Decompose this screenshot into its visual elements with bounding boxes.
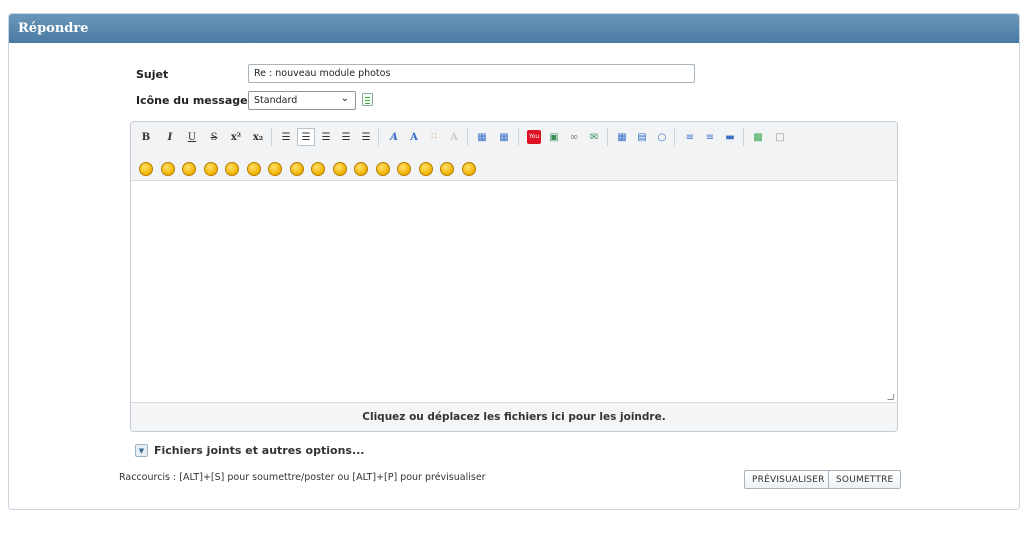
message-editor: B I U S x² x₂ ☰ ☰ ☰ ☰ ☰ A A ∷ A ▦ ▦ You … bbox=[130, 121, 898, 432]
align-center-icon[interactable]: ☰ bbox=[317, 128, 335, 146]
smiley-icon[interactable] bbox=[461, 162, 476, 176]
list-icon[interactable]: ≡ bbox=[681, 128, 699, 146]
smiley-icon[interactable] bbox=[289, 162, 304, 176]
smiley-icon[interactable] bbox=[397, 162, 411, 176]
image-icon[interactable]: ▣ bbox=[545, 128, 563, 146]
table-icon[interactable]: ▦ bbox=[613, 128, 631, 146]
justify-icon[interactable]: ☰ bbox=[357, 128, 375, 146]
submit-button[interactable]: SOUMETTRE bbox=[828, 470, 902, 489]
quote-icon[interactable]: ▤ bbox=[633, 128, 651, 146]
attachments-toggle[interactable]: ▼ Fichiers joints et autres options... bbox=[135, 444, 365, 457]
smiley-icon[interactable] bbox=[203, 162, 218, 176]
shortcuts-text: Raccourcis : [ALT]+[S] pour soumettre/po… bbox=[119, 472, 486, 483]
resize-handle[interactable] bbox=[887, 394, 895, 400]
message-icon-preview-icon bbox=[362, 93, 373, 106]
smiley-icon[interactable] bbox=[225, 162, 239, 176]
file-dropzone[interactable]: Cliquez ou déplacez les fichiers ici pou… bbox=[131, 402, 897, 431]
editor-toolbar: B I U S x² x₂ ☰ ☰ ☰ ☰ ☰ A A ∷ A ▦ ▦ You … bbox=[131, 122, 897, 181]
icon-row: Icône du message bbox=[136, 94, 248, 107]
ordered-list-icon[interactable]: ≡ bbox=[701, 128, 719, 146]
smiley-icon[interactable] bbox=[332, 162, 347, 176]
message-icon-selected: Standard bbox=[254, 95, 298, 106]
link-icon[interactable]: ∞ bbox=[565, 128, 583, 146]
italic-icon[interactable]: I bbox=[161, 128, 179, 146]
chevron-down-icon: ⌄ bbox=[340, 93, 349, 104]
bold-icon[interactable]: B bbox=[137, 128, 155, 146]
preview-button[interactable]: PRÉVISUALISER bbox=[744, 470, 833, 489]
expand-arrow-icon[interactable]: ▼ bbox=[135, 444, 148, 457]
panel-title: Répondre bbox=[9, 14, 1019, 43]
font-icon[interactable]: A bbox=[385, 128, 403, 146]
smiley-icon[interactable] bbox=[160, 162, 175, 176]
smiley-icon[interactable] bbox=[246, 162, 261, 176]
smiley-icon[interactable] bbox=[182, 162, 196, 176]
email-icon[interactable]: ✉ bbox=[585, 128, 603, 146]
subject-row: Sujet bbox=[136, 68, 168, 81]
underline-icon[interactable]: U bbox=[183, 128, 201, 146]
align-left-icon[interactable]: ☰ bbox=[297, 128, 315, 146]
smiley-icon[interactable] bbox=[311, 162, 325, 176]
subject-input[interactable] bbox=[248, 64, 695, 83]
message-icon-select[interactable]: Standard ⌄ bbox=[248, 91, 356, 110]
align-right-icon[interactable]: ☰ bbox=[337, 128, 355, 146]
smiley-icon[interactable] bbox=[375, 162, 390, 176]
smiley-icon[interactable] bbox=[354, 162, 368, 176]
message-icon-label: Icône du message bbox=[136, 94, 248, 107]
smiley-icon[interactable] bbox=[418, 162, 433, 176]
float-right-icon[interactable]: ▦ bbox=[495, 128, 513, 146]
smiley-icon[interactable] bbox=[440, 162, 454, 176]
clear-format-icon[interactable]: A bbox=[445, 128, 463, 146]
float-left-icon[interactable]: ▦ bbox=[473, 128, 491, 146]
smiley-icon[interactable] bbox=[268, 162, 282, 176]
superscript-icon[interactable]: x² bbox=[227, 128, 245, 146]
more-icon[interactable]: ▩ bbox=[749, 128, 767, 146]
color-icon[interactable]: ∷ bbox=[425, 128, 443, 146]
strike-icon[interactable]: S bbox=[205, 128, 223, 146]
message-textarea[interactable] bbox=[131, 181, 897, 404]
highlight-icon[interactable]: A bbox=[405, 128, 423, 146]
reply-panel: Répondre Sujet Icône du message Standard… bbox=[8, 13, 1020, 510]
subject-label: Sujet bbox=[136, 68, 169, 81]
attachments-label: Fichiers joints et autres options... bbox=[154, 444, 365, 457]
indent-icon[interactable]: ☰ bbox=[277, 128, 295, 146]
smiley-icon[interactable] bbox=[139, 162, 153, 176]
youtube-icon[interactable]: You bbox=[525, 128, 543, 146]
source-icon[interactable]: □ bbox=[771, 128, 789, 146]
bubble-icon[interactable]: ○ bbox=[653, 128, 671, 146]
hr-icon[interactable]: ▬ bbox=[721, 128, 739, 146]
dropzone-text: Cliquez ou déplacez les fichiers ici pou… bbox=[362, 411, 666, 423]
subscript-icon[interactable]: x₂ bbox=[249, 128, 267, 146]
